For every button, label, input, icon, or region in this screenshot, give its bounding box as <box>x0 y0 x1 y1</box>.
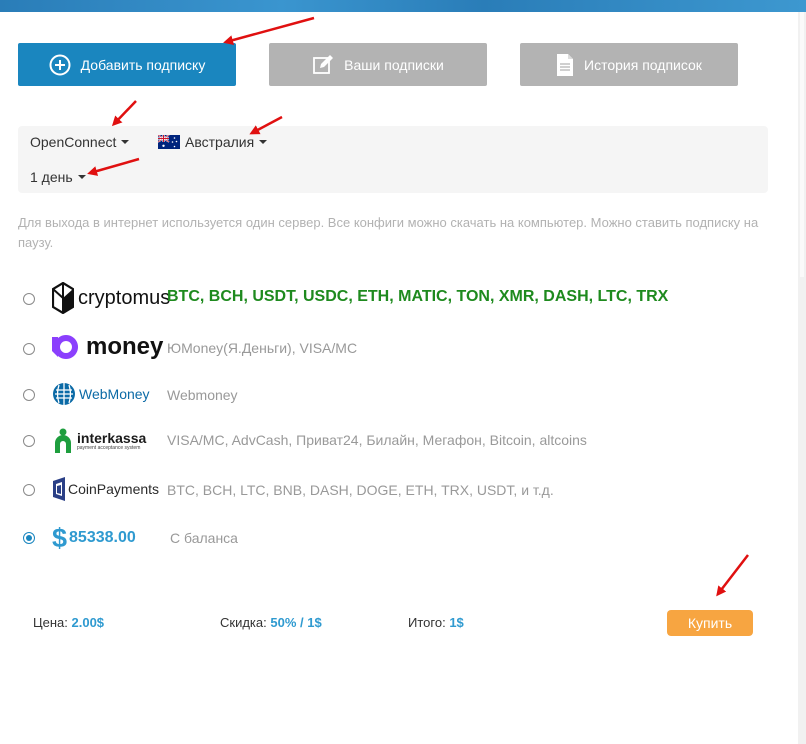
filters-panel: OpenConnect Австралия 1 день <box>18 126 768 193</box>
caret-down-icon <box>77 175 86 179</box>
price-value: 2.00$ <box>71 615 105 630</box>
radio-balance[interactable] <box>23 532 35 544</box>
scrollbar-thumb[interactable] <box>800 12 804 277</box>
arrow-to-buy <box>716 554 749 597</box>
yoomoney-wordmark: money <box>86 333 164 360</box>
total-value: 1$ <box>449 615 464 630</box>
radio-webmoney[interactable] <box>23 389 35 401</box>
coinpayments-wordmark: CoinPayments <box>68 481 160 497</box>
subscription-history-button[interactable]: История подписок <box>520 43 738 86</box>
your-subscriptions-button[interactable]: Ваши подписки <box>269 43 487 86</box>
your-subscriptions-label: Ваши подписки <box>344 56 444 73</box>
interkassa-logo: interkassa payment acceptance system <box>52 427 146 455</box>
total-summary: Итого: 1$ <box>408 615 464 630</box>
discount-label: Скидка: <box>220 615 267 630</box>
interkassa-tagline: payment acceptance system <box>77 444 141 451</box>
payment-option-interkassa[interactable]: interkassa payment acceptance system VIS… <box>0 420 790 460</box>
protocol-value: OpenConnect <box>30 134 117 150</box>
caret-down-icon <box>259 140 268 144</box>
radio-coinpayments[interactable] <box>23 484 35 496</box>
scrollbar[interactable] <box>798 12 806 744</box>
balance-description: С баланса <box>170 530 238 546</box>
document-icon <box>556 53 574 77</box>
discount-value: 50% / 1$ <box>270 615 322 630</box>
cryptomus-logo: cryptomus <box>52 282 170 314</box>
payment-option-cryptomus[interactable]: cryptomus BTC, BCH, USDT, USDC, ETH, MAT… <box>0 278 790 318</box>
caret-down-icon <box>121 140 130 144</box>
balance-value: 85338.00 <box>69 529 136 546</box>
yoomoney-description: ЮMoney(Я.Деньги), VISA/MC <box>167 340 358 356</box>
add-subscription-label: Добавить подписку <box>80 56 206 73</box>
balance-display: $ 85338.00 <box>52 524 136 552</box>
payment-option-yoomoney[interactable]: money ЮMoney(Я.Деньги), VISA/MC <box>0 328 790 368</box>
radio-yoomoney[interactable] <box>23 343 35 355</box>
cryptomus-wordmark: cryptomus <box>78 286 171 309</box>
coinpayments-logo: CoinPayments <box>52 476 159 502</box>
interkassa-wordmark: interkassa <box>77 429 147 446</box>
interkassa-description: VISA/MC, AdvCash, Приват24, Билайн, Мега… <box>167 432 587 448</box>
discount-summary: Скидка: 50% / 1$ <box>220 615 322 630</box>
period-value: 1 день <box>30 169 73 185</box>
arrow-to-protocol <box>111 100 137 127</box>
webmoney-description: Webmoney <box>167 387 238 403</box>
payment-option-balance[interactable]: $ 85338.00 С баланса <box>0 518 790 558</box>
edit-icon <box>312 54 334 76</box>
price-label: Цена: <box>33 615 68 630</box>
arrow-to-add-button <box>223 16 315 45</box>
payment-option-coinpayments[interactable]: CoinPayments BTC, BCH, LTC, BNB, DASH, D… <box>0 470 790 510</box>
cryptomus-description: BTC, BCH, USDT, USDC, ETH, MATIC, TON, X… <box>167 288 669 305</box>
radio-cryptomus[interactable] <box>23 293 35 305</box>
coinpayments-icon <box>53 477 65 501</box>
webmoney-globe-icon <box>53 383 75 405</box>
webmoney-logo: WebMoney <box>52 382 150 406</box>
price-summary: Цена: 2.00$ <box>33 615 104 630</box>
add-subscription-button[interactable]: Добавить подписку <box>18 43 236 86</box>
subscription-history-label: История подписок <box>584 56 702 73</box>
info-text: Для выхода в интернет используется один … <box>18 215 759 250</box>
total-label: Итого: <box>408 615 446 630</box>
period-dropdown[interactable]: 1 день <box>30 169 86 185</box>
payment-option-webmoney[interactable]: WebMoney Webmoney <box>0 375 790 415</box>
yoomoney-icon <box>52 335 79 359</box>
australia-flag-icon <box>157 134 180 149</box>
cryptomus-icon <box>52 282 74 314</box>
webmoney-wordmark: WebMoney <box>79 386 150 402</box>
protocol-dropdown[interactable]: OpenConnect <box>30 134 130 150</box>
buy-button[interactable]: Купить <box>667 610 753 636</box>
coinpayments-description: BTC, BCH, LTC, BNB, DASH, DOGE, ETH, TRX… <box>167 482 554 498</box>
plus-circle-icon <box>49 54 71 76</box>
yoomoney-logo: money <box>52 333 163 361</box>
interkassa-icon <box>55 428 71 453</box>
country-value: Австралия <box>185 134 255 150</box>
radio-interkassa[interactable] <box>23 435 35 447</box>
country-dropdown[interactable]: Австралия <box>157 134 268 150</box>
top-banner <box>0 0 806 12</box>
dollar-icon: $ <box>52 523 68 553</box>
